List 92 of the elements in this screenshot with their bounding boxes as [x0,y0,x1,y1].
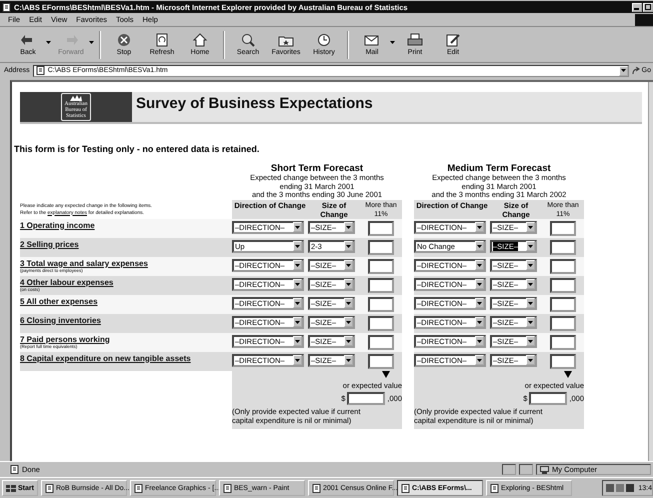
dropdown-arrow-icon [528,282,533,286]
search-icon [240,33,256,47]
dropdown-arrow-icon [295,282,300,286]
dropdown-arrow-icon [295,302,300,304]
dropdown-arrow-icon [477,358,482,362]
item-link[interactable]: 1 Operating income [20,220,95,230]
dropdown-arrow-icon [346,358,351,362]
minimize-button[interactable] [632,2,642,12]
dropdown-arrow-icon [295,358,300,362]
item-link[interactable]: 4 Other labour expenses [20,278,114,286]
page-pencil-icon [445,33,461,47]
notice-text: This form is for Testing only - no entered data is retained. [14,144,260,154]
value-input[interactable] [529,392,568,404]
window-icon [312,484,321,492]
page-icon [10,465,19,474]
text-input[interactable] [368,334,394,350]
dropdown-arrow-icon [477,340,482,342]
dropdown-arrow-icon [295,340,300,342]
tray-icons-drawing [606,483,636,493]
scrollbar[interactable] [648,82,653,461]
text-input[interactable] [368,240,394,254]
dropdown-arrow-icon [477,320,482,324]
envelope-icon [364,33,380,47]
text-input[interactable] [368,258,394,274]
text-input[interactable] [368,278,394,292]
page-icon [36,66,45,75]
text-input[interactable] [550,220,576,236]
dropdown-arrow-icon [477,244,482,248]
text-input[interactable] [550,258,576,274]
item-link[interactable]: 2 Selling prices [20,240,79,248]
stop-icon [116,33,132,47]
caret-icon[interactable] [46,41,51,44]
dropdown-arrow-icon [346,320,351,324]
text-input[interactable] [368,354,394,368]
computer-icon [540,466,549,474]
dropdown-arrow-icon [528,264,533,266]
refresh-icon [154,33,170,47]
dropdown-arrow-icon [295,264,300,266]
dropdown-arrow-icon [295,320,300,324]
down-arrow-icon [382,370,390,378]
text-input[interactable] [550,296,576,312]
dropdown-arrow-icon [295,226,300,228]
maximize-icon [645,4,651,10]
status-pane [502,464,516,475]
dropdown-arrow-icon [346,264,351,266]
dropdown-arrow-icon [295,244,300,248]
dropdown-arrow-icon [528,358,533,362]
text-input[interactable] [550,354,576,368]
window-icon [44,484,54,492]
dropdown-arrow-icon [346,244,351,248]
window-icon [134,484,143,492]
printer-icon [407,33,423,47]
text-input[interactable] [368,296,394,312]
dropdown-arrow-icon [528,302,533,304]
dropdown-arrow-icon [346,282,351,286]
item-link[interactable]: 7 Paid persons working [20,334,110,344]
dropdown-arrow-icon [477,302,482,304]
text-input[interactable] [368,316,394,330]
dropdown-arrow-icon [477,264,482,266]
page-title: Survey of Business Expectations [135,94,373,114]
status-pane [519,464,533,475]
page-icon [2,2,11,12]
dropdown-arrow-icon [620,69,626,72]
text-input[interactable] [368,220,394,236]
maximize-button[interactable] [643,2,653,12]
down-arrow-icon [564,370,572,378]
text-input[interactable] [550,240,576,254]
text-input[interactable] [550,334,576,350]
dropdown-arrow-icon [477,226,482,228]
forecast-title: Short Term Forecast [270,163,364,174]
forecast-title: Medium Term Forecast [446,163,552,174]
home-icon [192,33,208,47]
window-icon [400,484,410,492]
caret-icon[interactable] [390,41,395,44]
item-link[interactable]: 3 Total wage and salary expenses [20,258,148,268]
flag-icon [6,484,16,492]
dropdown-arrow-icon [477,282,482,286]
item-link[interactable]: 6 Closing inventories [20,316,101,324]
window-icon [490,484,499,492]
dropdown-arrow-icon [528,320,533,324]
dropdown-arrow-icon [528,226,533,228]
dropdown-arrow-icon [528,340,533,342]
item-link[interactable]: 5 All other expenses [20,296,98,306]
text-input[interactable] [550,278,576,292]
dropdown-arrow-icon [346,226,351,228]
text-input[interactable] [550,316,576,330]
dropdown-arrow-icon [528,244,533,248]
dropdown-arrow-icon [346,340,351,342]
clock-icon [316,33,332,47]
window-icon [222,484,232,492]
value-input[interactable] [347,392,386,404]
dropdown-arrow-icon [346,302,351,304]
